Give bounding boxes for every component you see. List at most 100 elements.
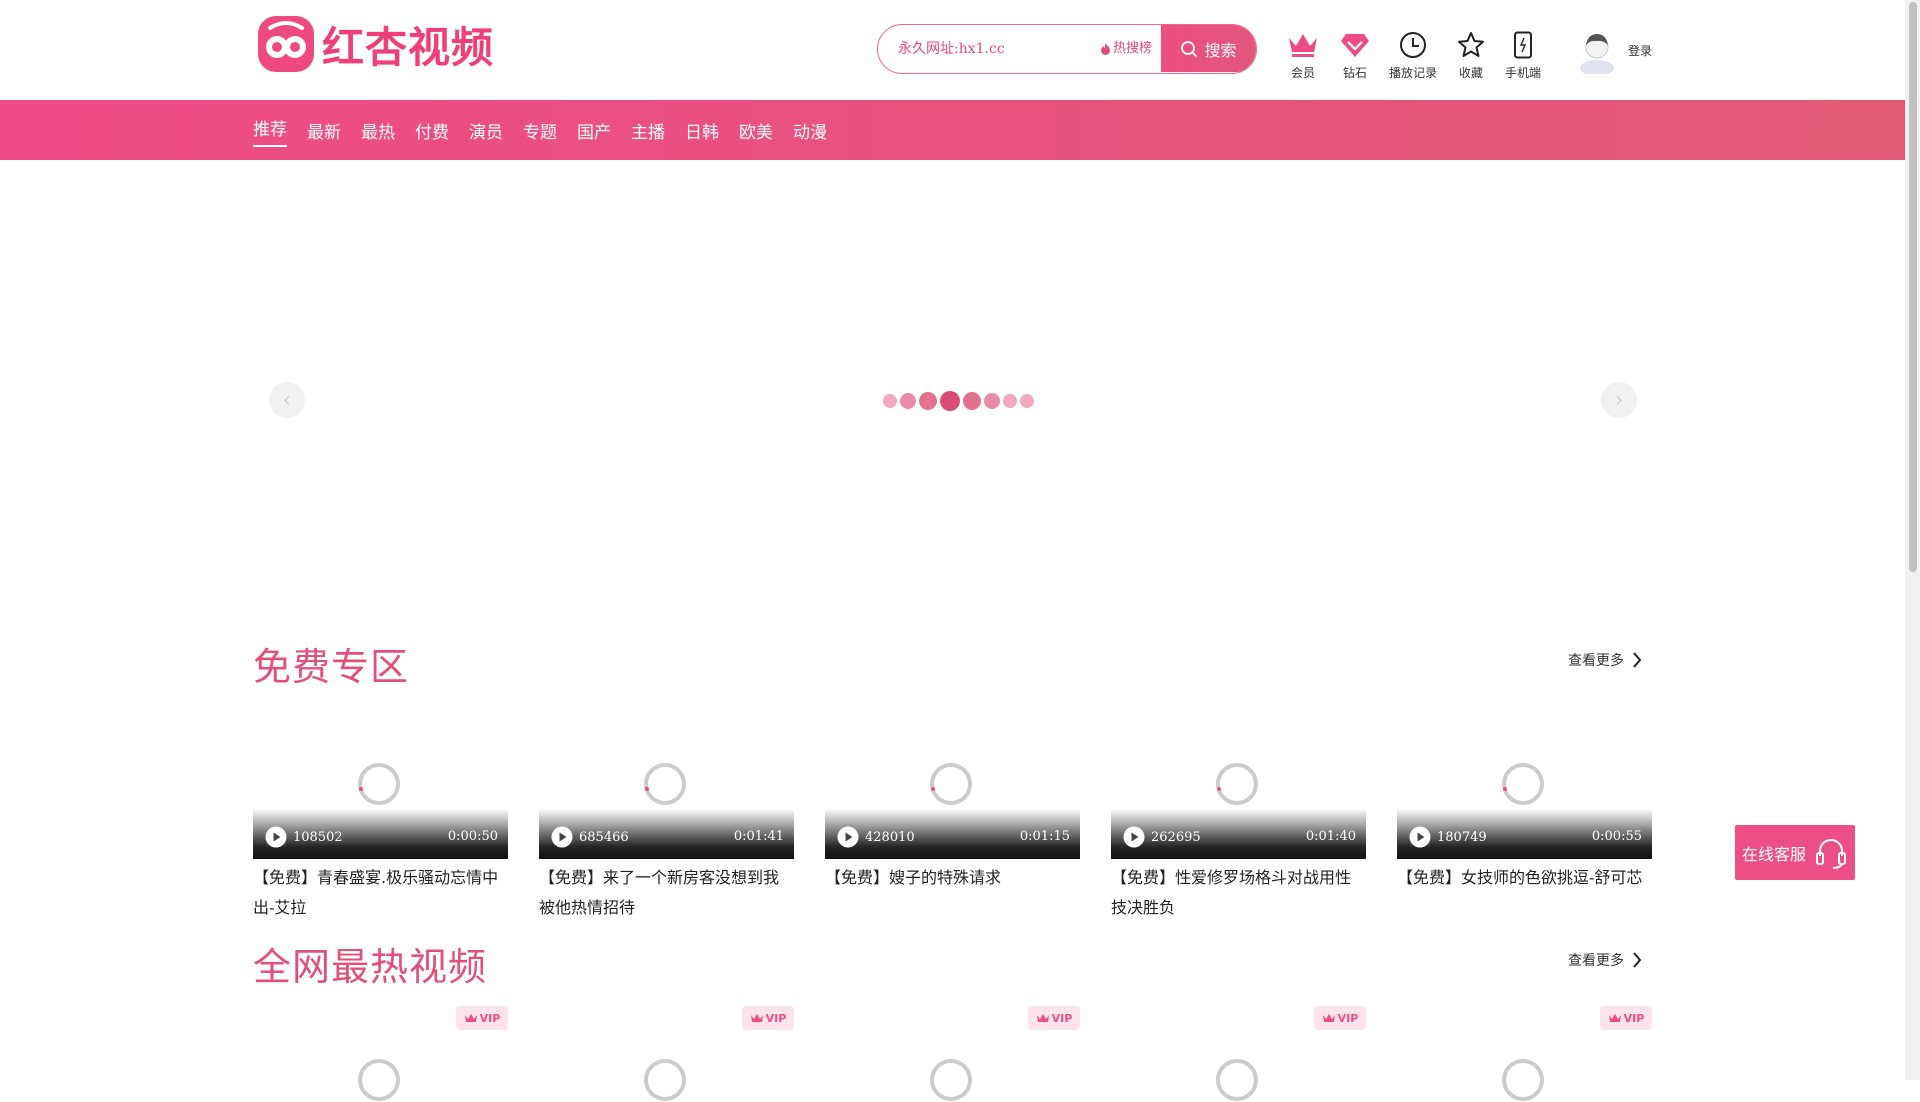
avatar[interactable] — [1578, 30, 1616, 74]
site-header: 红杏视频 热搜榜 搜索 会员 钻石 播放记录 收藏 手机端 登录 — [0, 0, 1905, 100]
video-card[interactable]: 262695 0:01:40 【免费】性爱修罗场格斗对战用性技决胜负 — [1111, 702, 1366, 923]
hot-video-card[interactable]: VIP — [253, 1006, 508, 1101]
loading-spinner-icon — [644, 1059, 686, 1101]
nav-item-japan-korea[interactable]: 日韩 — [685, 114, 719, 147]
video-title[interactable]: 【免费】性爱修罗场格斗对战用性技决胜负 — [1111, 863, 1366, 923]
phone-icon — [1514, 31, 1532, 59]
mobile-label: 手机端 — [1504, 66, 1541, 80]
logo-icon — [258, 16, 314, 72]
nav-item-streamers[interactable]: 主播 — [631, 114, 665, 147]
history-label: 播放记录 — [1388, 66, 1437, 80]
mobile-link[interactable]: 手机端 — [1493, 28, 1553, 81]
vip-badge-label: VIP — [1623, 1011, 1645, 1025]
nav-item-paid[interactable]: 付费 — [415, 114, 449, 147]
favorites-label: 收藏 — [1458, 66, 1483, 80]
search-input[interactable] — [896, 25, 1100, 73]
star-icon — [1458, 32, 1484, 57]
nav-item-western[interactable]: 欧美 — [739, 114, 773, 147]
hot-search-link[interactable]: 热搜榜 — [1100, 25, 1152, 72]
play-icon — [837, 826, 859, 848]
carousel-prev-button[interactable]: ‹ — [269, 382, 305, 418]
carousel-dot[interactable] — [1003, 394, 1017, 408]
hot-search-label: 热搜榜 — [1113, 40, 1153, 56]
video-card[interactable]: 428010 0:01:15 【免费】嫂子的特殊请求 — [825, 702, 1080, 893]
crown-icon — [1289, 34, 1317, 57]
free-more-link[interactable]: 查看更多 — [1568, 650, 1642, 670]
video-duration: 0:01:15 — [1019, 829, 1070, 844]
view-count: 108502 — [265, 826, 343, 848]
crown-icon — [1036, 1013, 1049, 1022]
carousel-dot[interactable] — [963, 392, 981, 410]
vip-badge: VIP — [1314, 1006, 1366, 1030]
chevron-right-icon — [1633, 952, 1642, 968]
login-link[interactable]: 登录 — [1628, 42, 1652, 59]
view-count-text: 685466 — [579, 829, 629, 845]
diamond-link[interactable]: 钻石 — [1325, 28, 1385, 81]
thumbnail-overlay: 428010 0:01:15 — [825, 809, 1080, 859]
carousel-dot-active[interactable] — [940, 391, 960, 411]
section-title-free: 免费专区 — [253, 645, 410, 689]
video-duration: 0:01:41 — [733, 829, 784, 844]
video-title[interactable]: 【免费】女技师的色欲挑逗-舒可芯 — [1397, 863, 1652, 893]
favorites-link[interactable]: 收藏 — [1441, 28, 1501, 81]
video-card[interactable]: 685466 0:01:41 【免费】来了一个新房客没想到我被他热情招待 — [539, 702, 794, 923]
nav-item-anime[interactable]: 动漫 — [793, 114, 827, 147]
video-title[interactable]: 【免费】嫂子的特殊请求 — [825, 863, 1080, 893]
online-service-button[interactable]: 在线客服 — [1735, 825, 1855, 880]
vip-badge: VIP — [742, 1006, 794, 1030]
loading-spinner-icon — [1216, 763, 1258, 805]
nav-item-actors[interactable]: 演员 — [469, 114, 503, 147]
vip-link[interactable]: 会员 — [1273, 28, 1333, 81]
category-nav: 推荐 最新 最热 付费 演员 专题 国产 主播 日韩 欧美 动漫 — [0, 100, 1905, 160]
video-thumbnail[interactable]: 108502 0:00:50 — [253, 702, 508, 859]
hot-video-card[interactable]: VIP — [1111, 1006, 1366, 1101]
crown-icon — [1322, 1013, 1335, 1022]
video-thumbnail[interactable]: 180749 0:00:55 — [1397, 702, 1652, 859]
page-scrollbar[interactable] — [1905, 0, 1920, 1080]
view-count-text: 108502 — [293, 829, 343, 845]
loading-spinner-icon — [930, 1059, 972, 1101]
loading-spinner-icon — [644, 763, 686, 805]
crown-icon — [750, 1013, 763, 1022]
video-thumbnail[interactable]: 428010 0:01:15 — [825, 702, 1080, 859]
chevron-right-icon — [1633, 652, 1642, 668]
loading-spinner-icon — [1502, 763, 1544, 805]
video-thumbnail[interactable]: 685466 0:01:41 — [539, 702, 794, 859]
video-thumbnail[interactable]: 262695 0:01:40 — [1111, 702, 1366, 859]
more-label: 查看更多 — [1568, 653, 1624, 669]
scrollbar-thumb[interactable] — [1909, 2, 1917, 572]
nav-item-domestic[interactable]: 国产 — [577, 114, 611, 147]
carousel-next-button[interactable]: › — [1601, 382, 1637, 418]
nav-item-recommend[interactable]: 推荐 — [253, 111, 287, 147]
view-count-text: 262695 — [1151, 829, 1201, 845]
nav-item-topics[interactable]: 专题 — [523, 114, 557, 147]
play-icon — [1123, 826, 1145, 848]
view-count: 685466 — [551, 826, 629, 848]
hot-video-card[interactable]: VIP — [1397, 1006, 1652, 1101]
section-title-hot: 全网最热视频 — [253, 945, 488, 989]
video-card[interactable]: 180749 0:00:55 【免费】女技师的色欲挑逗-舒可芯 — [1397, 702, 1652, 893]
carousel-dot[interactable] — [919, 392, 937, 410]
nav-item-latest[interactable]: 最新 — [307, 114, 341, 147]
carousel-dot[interactable] — [984, 393, 1000, 409]
nav-items: 推荐 最新 最热 付费 演员 专题 国产 主播 日韩 欧美 动漫 — [253, 100, 847, 160]
video-title[interactable]: 【免费】来了一个新房客没想到我被他热情招待 — [539, 863, 794, 923]
carousel-dot[interactable] — [900, 393, 916, 409]
thumbnail-overlay: 108502 0:00:50 — [253, 809, 508, 859]
video-title[interactable]: 【免费】青春盛宴.极乐骚动忘情中出-艾拉 — [253, 863, 508, 923]
carousel-dot[interactable] — [883, 394, 897, 408]
video-card[interactable]: 108502 0:00:50 【免费】青春盛宴.极乐骚动忘情中出-艾拉 — [253, 702, 508, 923]
logo[interactable]: 红杏视频 — [256, 14, 494, 74]
hot-video-card[interactable]: VIP — [539, 1006, 794, 1101]
diamond-label: 钻石 — [1342, 66, 1367, 80]
thumbnail-overlay: 685466 0:01:41 — [539, 809, 794, 859]
vip-badge-label: VIP — [479, 1011, 501, 1025]
hot-more-link[interactable]: 查看更多 — [1568, 950, 1642, 970]
thumbnail-overlay: 262695 0:01:40 — [1111, 809, 1366, 859]
nav-item-hottest[interactable]: 最热 — [361, 114, 395, 147]
search-button[interactable]: 搜索 — [1161, 25, 1256, 72]
history-link[interactable]: 播放记录 — [1383, 28, 1443, 81]
vip-badge: VIP — [1028, 1006, 1080, 1030]
hot-video-card[interactable]: VIP — [825, 1006, 1080, 1101]
carousel-dot[interactable] — [1020, 394, 1034, 408]
